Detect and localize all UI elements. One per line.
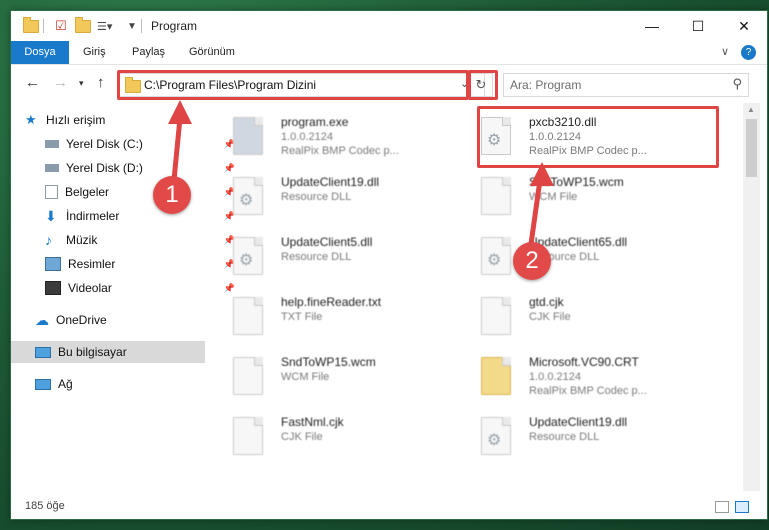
step-marker-1: 1 [153,176,191,214]
arrow-1-line [171,117,183,181]
arrow-2-head [530,162,554,186]
arrow-1-head [168,100,192,124]
step-marker-2: 2 [513,242,551,280]
arrow-2-line [528,179,543,245]
annotation-arrows [168,100,554,245]
